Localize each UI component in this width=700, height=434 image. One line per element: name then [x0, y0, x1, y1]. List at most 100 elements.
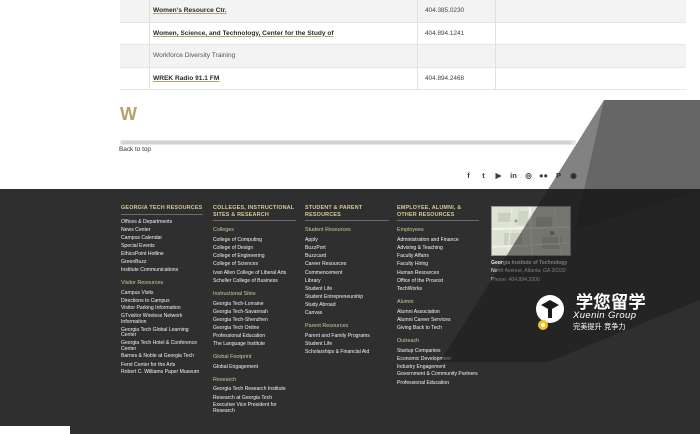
department-phone: 404.385.0230 [418, 0, 496, 22]
footer-link[interactable]: TechWorks [397, 285, 479, 293]
watermark-en-text: Xuenin Group [573, 310, 637, 321]
flickr-icon[interactable]: ●● [539, 171, 548, 180]
footer-link[interactable]: News Center [121, 226, 203, 234]
footer-link[interactable]: Administration and Finance [397, 236, 479, 244]
footer-link-list: Administration and Finance Advising & Tea… [397, 236, 479, 293]
facebook-icon[interactable]: f [464, 171, 473, 180]
department-link[interactable]: Women, Science, and Technology, Center f… [153, 30, 334, 37]
pinterest-icon[interactable]: P [554, 171, 563, 180]
footer-link[interactable]: Georgia Tech-Lorraine [213, 300, 296, 308]
twitter-icon[interactable]: t [479, 171, 488, 180]
footer-link[interactable]: Georgia Tech Hotel & Conference Center [121, 340, 203, 353]
footer-link[interactable]: Offices & Departments [121, 218, 203, 226]
footer-link[interactable]: Economic Development [397, 355, 479, 363]
footer-link[interactable]: Institute Communications [121, 266, 203, 274]
footer-link[interactable]: Georgia Tech-Savannah [213, 308, 296, 316]
footer-link[interactable]: Advising & Teaching [397, 244, 479, 252]
footer-link[interactable]: Human Resources [397, 269, 479, 277]
directory-table: Women's Resource Ctr. 404.385.0230 Women, … [120, 0, 686, 90]
footer-link[interactable]: College of Engineering [213, 252, 296, 260]
footer-link[interactable]: Government & Community Partners [397, 371, 479, 379]
footer-link[interactable]: College of Design [213, 244, 296, 252]
footer-subheading: Parent Resources [305, 323, 349, 330]
department-name[interactable]: Women's Resource Ctr. [150, 0, 418, 22]
footer-link[interactable]: Ferst Center for the Arts [121, 361, 203, 369]
footer-link[interactable]: Scholarships & Financial Aid [305, 348, 389, 356]
footer-link[interactable]: Georgia Tech-Shenzhen [213, 316, 296, 324]
department-name[interactable]: WREK Radio 91.1 FM [150, 67, 418, 89]
footer-link[interactable]: Study Abroad [305, 301, 389, 309]
horizontal-scrollbar[interactable] [120, 140, 576, 145]
youtube-icon[interactable]: ▶ [494, 171, 503, 180]
footer-link[interactable]: Georgia Tech Online [213, 324, 296, 332]
footer-link[interactable]: Visitor Parking Information [121, 305, 203, 313]
footer-link[interactable]: Career Resources [305, 260, 389, 268]
footer-link[interactable]: Professional Education [397, 379, 479, 387]
footer-link[interactable]: EthicsPoint Hotline [121, 250, 203, 258]
footer-link[interactable]: Georgia Tech Global Learning Center [121, 327, 203, 340]
instagram-icon[interactable]: ◎ [524, 171, 533, 180]
footer-link[interactable]: BuzzPort [305, 244, 389, 252]
row-blank [496, 45, 686, 67]
footer-link[interactable]: Global Engagement [213, 363, 296, 371]
department-name[interactable]: Women, Science, and Technology, Center f… [150, 22, 418, 44]
footer-link[interactable]: College of Computing [213, 236, 296, 244]
footer-link[interactable]: Georgia Tech Research Institute [213, 386, 296, 394]
footer-link[interactable]: Student Entrepreneurship [305, 293, 389, 301]
phone-number: Phone: 404.894.2000 [491, 276, 540, 283]
footer-link[interactable]: Commencement [305, 269, 389, 277]
footer-link[interactable]: Directions to Campus [121, 297, 203, 305]
back-to-top-link[interactable]: Back to top [119, 146, 151, 153]
footer-link[interactable]: GTvisitor Wireless Network Information [121, 313, 203, 326]
footer-link-list: Georgia Tech Research Institute Research … [213, 386, 296, 415]
footer-link[interactable]: Executive Vice President for Research [213, 402, 296, 415]
footer-link[interactable]: College of Sciences [213, 260, 296, 268]
footer-link[interactable]: Canvas [305, 309, 389, 317]
footer-subheading: Colleges [213, 227, 234, 234]
section-letter: W [120, 104, 137, 124]
footer-link[interactable]: The Language Institute [213, 340, 296, 348]
footer-link[interactable]: Alumni Association [397, 308, 479, 316]
footer-link[interactable]: Office of the Provost [397, 277, 479, 285]
footer-col-student: STUDENT & PARENT RESOURCES Student Resou… [305, 205, 389, 356]
footer-link[interactable]: Professional Education [213, 332, 296, 340]
department-phone: 404.894.1241 [418, 22, 496, 44]
footer-subheading: Employees [397, 227, 424, 234]
footer-link[interactable]: Faculty Affairs [397, 252, 479, 260]
footer-link-list: Campus Visits Directions to Campus Visitor… [121, 289, 203, 377]
department-link[interactable]: Women's Resource Ctr. [153, 7, 227, 14]
footer-link[interactable]: Special Events [121, 242, 203, 250]
linkedin-icon[interactable]: in [509, 171, 518, 180]
footer-link[interactable]: Robert C. Williams Paper Museum [121, 369, 203, 377]
footer-col-gt-resources: GEORGIA TECH RESOURCES Offices & Departm… [121, 205, 203, 377]
department-link[interactable]: WREK Radio 91.1 FM [153, 75, 219, 82]
footer-link[interactable]: Startup Companies [397, 347, 479, 355]
scrollbar-thumb[interactable] [122, 141, 572, 144]
footer-link[interactable]: GreenBuzz [121, 258, 203, 266]
footer-link[interactable]: Library [305, 277, 389, 285]
department-label: Workforce Diversity Training [153, 52, 236, 60]
row-spacer [120, 45, 150, 67]
footer-link[interactable]: Industry Engagement [397, 363, 479, 371]
bottom-strip [0, 426, 70, 434]
footer-link[interactable]: Apply [305, 236, 389, 244]
footer-link[interactable]: Buzzcard [305, 252, 389, 260]
campus-map[interactable] [491, 206, 571, 256]
footer-link-list: Alumni Association Alumni Career Services… [397, 308, 479, 332]
rss-icon[interactable]: ◉ [569, 171, 578, 180]
watermark-slogan: 完美提升 竞争力 [573, 322, 626, 331]
footer-link[interactable]: Student Life [305, 340, 389, 348]
footer-link[interactable]: Faculty Hiring [397, 260, 479, 268]
footer-subheading: Research [213, 377, 237, 384]
social-icons: f t ▶ in ◎ ●● P ◉ [464, 171, 578, 180]
footer-link[interactable]: Campus Calendar [121, 234, 203, 242]
footer-link[interactable]: Campus Visits [121, 289, 203, 297]
footer-link[interactable]: Ivan Allen College of Liberal Arts [213, 269, 296, 277]
footer-link[interactable]: Parent and Family Programs [305, 332, 389, 340]
footer-link[interactable]: Research at Georgia Tech [213, 394, 296, 402]
footer-link[interactable]: Giving Back to Tech [397, 324, 479, 332]
footer-link[interactable]: Barnes & Noble at Georgia Tech [121, 353, 203, 361]
footer-link[interactable]: Alumni Career Services [397, 316, 479, 324]
footer-link[interactable]: Student Life [305, 285, 389, 293]
footer-link[interactable]: Scheller College of Business [213, 277, 296, 285]
